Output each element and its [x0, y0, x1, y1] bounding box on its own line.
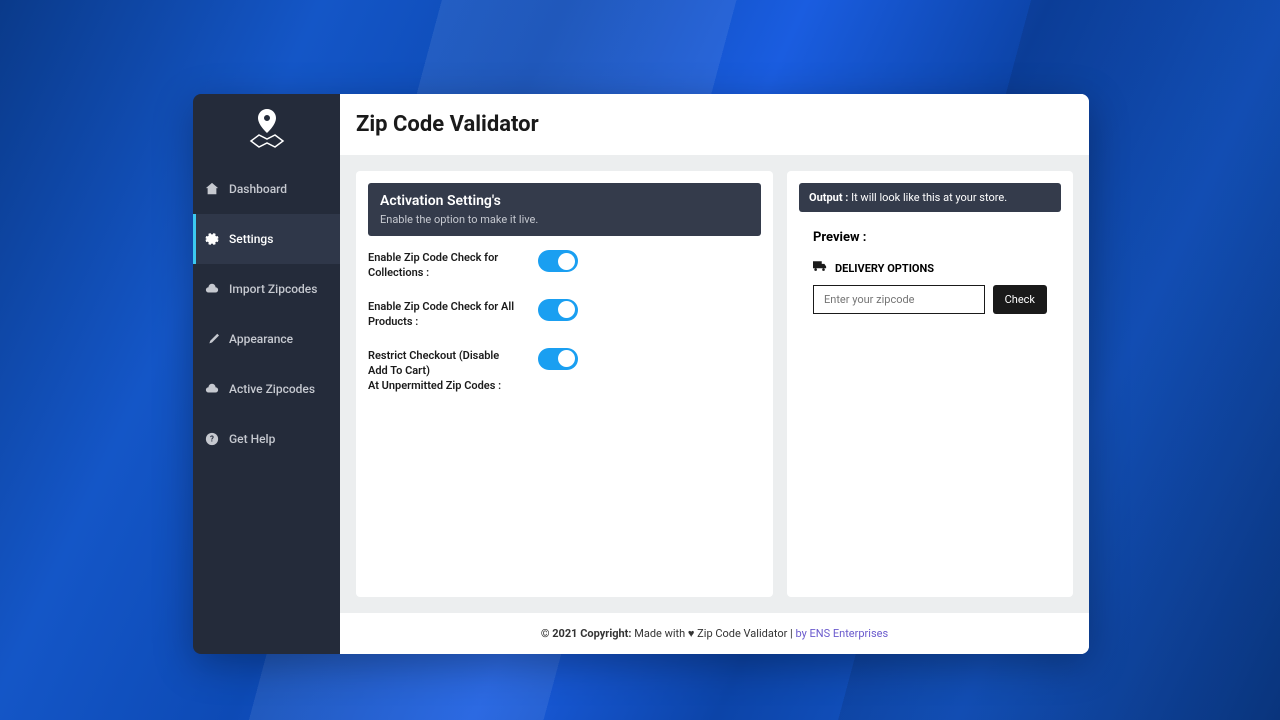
- delivery-heading: DELIVERY OPTIONS: [799, 261, 1061, 285]
- preview-card: Output : It will look like this at your …: [787, 171, 1073, 597]
- activation-panel-header: Activation Setting's Enable the option t…: [368, 183, 761, 236]
- content-area: Activation Setting's Enable the option t…: [340, 155, 1089, 613]
- preview-title: Preview :: [799, 230, 1061, 261]
- sidebar-item-appearance[interactable]: Appearance: [193, 314, 340, 364]
- sidebar-item-help[interactable]: ? Get Help: [193, 414, 340, 464]
- sidebar-item-label: Dashboard: [229, 182, 287, 196]
- app-window: Dashboard Settings Import Zipcodes Appea…: [193, 94, 1089, 654]
- settings-card: Activation Setting's Enable the option t…: [356, 171, 773, 597]
- app-logo: [193, 94, 340, 164]
- page-header: Zip Code Validator: [340, 94, 1089, 155]
- toggle-restrict-checkout[interactable]: [538, 348, 578, 370]
- footer: © 2021 Copyright: Made with ♥ Zip Code V…: [340, 613, 1089, 654]
- sidebar-item-settings[interactable]: Settings: [193, 214, 340, 264]
- setting-label: Enable Zip Code Check for Collections :: [368, 250, 518, 281]
- setting-row: Enable Zip Code Check for All Products :: [368, 299, 761, 330]
- home-icon: [205, 182, 219, 196]
- sidebar-item-active[interactable]: Active Zipcodes: [193, 364, 340, 414]
- footer-app-name: Zip Code Validator |: [694, 627, 795, 640]
- sidebar-item-dashboard[interactable]: Dashboard: [193, 164, 340, 214]
- setting-label: Restrict Checkout (Disable Add To Cart) …: [368, 348, 518, 394]
- cloud-icon: [205, 282, 219, 296]
- output-bar: Output : It will look like this at your …: [799, 183, 1061, 212]
- zipcode-input-row: Check: [799, 285, 1061, 314]
- sidebar-item-label: Get Help: [229, 432, 275, 446]
- page-title: Zip Code Validator: [356, 112, 1073, 137]
- sidebar-item-import[interactable]: Import Zipcodes: [193, 264, 340, 314]
- map-pin-logo-icon: [243, 105, 291, 153]
- setting-row: Enable Zip Code Check for Collections :: [368, 250, 761, 281]
- check-button[interactable]: Check: [993, 285, 1047, 314]
- sidebar-item-label: Import Zipcodes: [229, 282, 317, 296]
- sidebar-item-label: Appearance: [229, 332, 293, 346]
- footer-copyright: © 2021 Copyright:: [541, 627, 632, 640]
- toggle-all-products[interactable]: [538, 299, 578, 321]
- panel-title: Activation Setting's: [380, 193, 749, 209]
- setting-row: Restrict Checkout (Disable Add To Cart) …: [368, 348, 761, 394]
- gear-icon: [205, 232, 219, 246]
- footer-link[interactable]: by ENS Enterprises: [795, 627, 888, 640]
- toggle-collections[interactable]: [538, 250, 578, 272]
- zipcode-input[interactable]: [813, 285, 985, 314]
- footer-made-with: Made with: [632, 627, 688, 640]
- panel-subtitle: Enable the option to make it live.: [380, 213, 749, 226]
- sidebar-item-label: Active Zipcodes: [229, 382, 315, 396]
- main-area: Zip Code Validator Activation Setting's …: [340, 94, 1089, 654]
- truck-icon: [813, 261, 827, 275]
- help-icon: ?: [205, 432, 219, 446]
- delivery-heading-text: DELIVERY OPTIONS: [835, 262, 934, 275]
- setting-label: Enable Zip Code Check for All Products :: [368, 299, 518, 330]
- output-text: It will look like this at your store.: [848, 191, 1007, 204]
- output-label: Output :: [809, 191, 848, 204]
- brush-icon: [205, 332, 219, 346]
- svg-text:?: ?: [210, 435, 214, 444]
- sidebar: Dashboard Settings Import Zipcodes Appea…: [193, 94, 340, 654]
- cloud-icon: [205, 382, 219, 396]
- sidebar-item-label: Settings: [229, 232, 273, 246]
